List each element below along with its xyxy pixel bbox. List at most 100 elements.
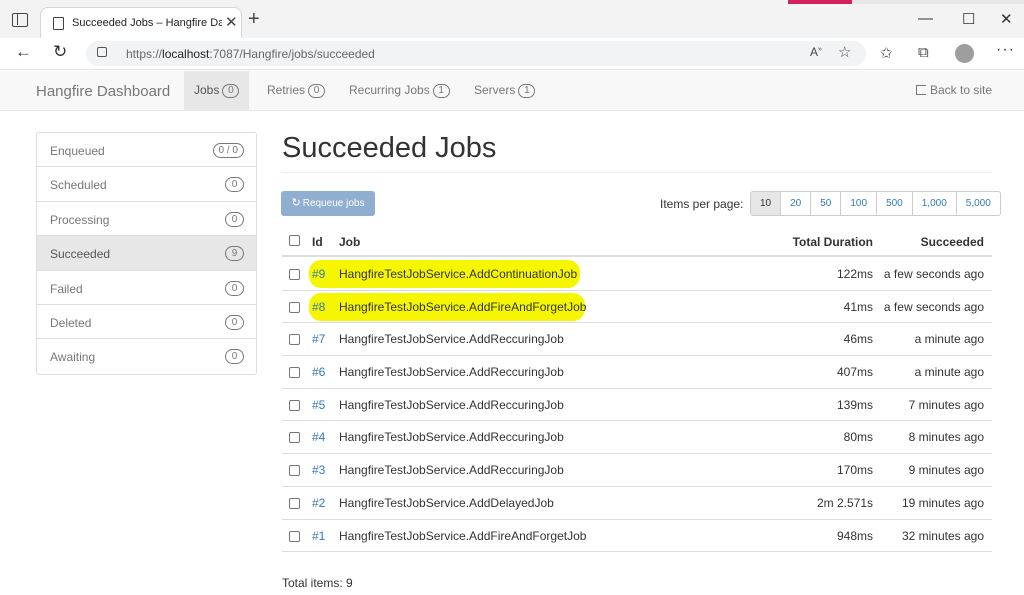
table-row: #5 HangfireTestJobService.AddReccuringJo… (282, 389, 992, 422)
back-to-site-link[interactable]: Back to site (916, 83, 992, 97)
page-size-500[interactable]: 500 (876, 192, 912, 215)
items-per-page-label: Items per page: (660, 197, 744, 211)
header-job: Job (339, 235, 361, 249)
job-id-link[interactable]: #2 (312, 496, 325, 510)
requeue-jobs-button[interactable]: ↻ Requeue jobs (281, 191, 375, 216)
row-checkbox[interactable] (289, 301, 300, 313)
table-row: #1 HangfireTestJobService.AddFireAndForg… (282, 520, 992, 553)
profile-avatar-icon[interactable] (955, 44, 974, 63)
table-header: Id Job Total Duration Succeeded (282, 226, 992, 257)
page-size-100[interactable]: 100 (840, 192, 876, 215)
job-succeeded-time: a minute ago (914, 365, 984, 380)
count-badge: 0 (225, 314, 244, 330)
job-id-link[interactable]: #7 (312, 332, 325, 346)
count-badge: 9 (225, 246, 244, 262)
minimize-icon[interactable]: — (918, 10, 933, 27)
row-checkbox[interactable] (289, 530, 300, 542)
job-id-link[interactable]: #4 (312, 430, 325, 444)
favorites-icon[interactable]: ✩ (880, 44, 893, 62)
job-name-link[interactable]: HangfireTestJobService.AddFireAndForgetJ… (339, 529, 586, 543)
row-checkbox[interactable] (289, 367, 300, 379)
row-checkbox[interactable] (289, 399, 300, 411)
job-succeeded-time: 19 minutes ago (901, 495, 984, 510)
page-size-1000[interactable]: 1,000 (911, 192, 956, 215)
job-id-link[interactable]: #9 (312, 267, 325, 281)
page-size-50[interactable]: 50 (810, 192, 840, 215)
hangfire-navbar: Hangfire Dashboard Jobs 0 Retries 0 Recurr… (0, 71, 1024, 111)
job-id-link[interactable]: #3 (312, 463, 325, 477)
job-name-link[interactable]: HangfireTestJobService.AddReccuringJob (339, 430, 564, 444)
job-duration: 948ms (836, 528, 873, 543)
sidebar-item-scheduled[interactable]: Scheduled 0 (37, 167, 256, 202)
more-menu-icon[interactable]: ··· (996, 41, 1015, 59)
sidebar-item-processing[interactable]: Processing 0 (37, 202, 256, 237)
sidebar-item-enqueued[interactable]: Enqueued 0 / 0 (37, 133, 256, 168)
page-icon (53, 17, 64, 30)
job-duration: 170ms (836, 463, 873, 478)
page-size-5000[interactable]: 5,000 (955, 192, 1000, 215)
nav-servers[interactable]: Servers 1 (464, 71, 545, 111)
select-all-checkbox[interactable] (289, 235, 300, 246)
job-duration: 2m 2.571s (816, 495, 873, 510)
items-per-page-selector: 10 20 50 100 500 1,000 5,000 (750, 191, 1001, 216)
table-row: #4 HangfireTestJobService.AddReccuringJo… (282, 421, 992, 455)
refresh-icon[interactable]: ↻ (53, 42, 67, 62)
count-badge: 0 (225, 177, 244, 193)
sidebar-item-failed[interactable]: Failed 0 (37, 271, 256, 305)
job-id-link[interactable]: #8 (312, 300, 325, 314)
nav-retries[interactable]: Retries 0 (257, 71, 335, 111)
job-succeeded-time: 9 minutes ago (908, 463, 984, 478)
nav-jobs[interactable]: Jobs 0 (184, 71, 250, 111)
row-checkbox[interactable] (289, 465, 300, 477)
sign-out-icon (916, 85, 926, 95)
row-checkbox[interactable] (289, 432, 300, 444)
nav-recurring-jobs[interactable]: Recurring Jobs 1 (339, 71, 460, 111)
job-name-link[interactable]: HangfireTestJobService.AddContinuationJo… (339, 267, 577, 281)
sidebar-item-deleted[interactable]: Deleted 0 (37, 305, 256, 340)
job-id-link[interactable]: #5 (312, 398, 325, 412)
job-succeeded-time: 7 minutes ago (908, 397, 984, 412)
job-duration: 46ms (843, 332, 873, 347)
row-checkbox[interactable] (289, 334, 300, 346)
table-row: #7 HangfireTestJobService.AddReccuringJo… (282, 323, 992, 357)
count-badge: 0 / 0 (212, 143, 244, 158)
close-window-icon[interactable]: ✕ (1000, 10, 1013, 28)
read-aloud-icon[interactable]: A» (810, 45, 822, 59)
nav-servers-count: 1 (518, 84, 536, 98)
page-size-20[interactable]: 20 (780, 192, 810, 215)
row-checkbox[interactable] (289, 497, 300, 509)
address-bar-row: ← ↻ https://localhost:7087/Hangfire/jobs… (0, 38, 1024, 70)
sidebar-item-succeeded[interactable]: Succeeded 9 (37, 236, 256, 271)
job-id-link[interactable]: #1 (312, 529, 325, 543)
tab-actions-icon[interactable] (12, 13, 28, 27)
window-top-strip (0, 0, 1024, 4)
job-name-link[interactable]: HangfireTestJobService.AddReccuringJob (339, 398, 564, 412)
brand-link[interactable]: Hangfire Dashboard (36, 83, 170, 100)
count-badge: 0 (225, 349, 244, 365)
nav-retries-count: 0 (308, 84, 326, 98)
new-tab-icon[interactable]: + (248, 8, 260, 31)
collections-icon[interactable]: ⧉ (918, 44, 929, 61)
url-field[interactable]: https://localhost:7087/Hangfire/jobs/suc… (86, 41, 866, 66)
job-name-link[interactable]: HangfireTestJobService.AddReccuringJob (339, 332, 564, 346)
maximize-icon[interactable]: ☐ (962, 10, 975, 28)
sidebar-item-awaiting[interactable]: Awaiting 0 (37, 339, 256, 373)
lock-icon[interactable] (97, 47, 107, 57)
job-name-link[interactable]: HangfireTestJobService.AddFireAndForgetJ… (339, 300, 586, 314)
table-row: #8 HangfireTestJobService.AddFireAndForg… (282, 291, 992, 324)
header-total-duration: Total Duration (792, 235, 873, 249)
job-name-link[interactable]: HangfireTestJobService.AddDelayedJob (339, 496, 554, 510)
back-arrow-icon[interactable]: ← (15, 42, 32, 62)
browser-tab[interactable]: Succeeded Jobs – Hangfire Dash ✕ (40, 7, 242, 38)
add-favorite-icon[interactable]: ☆ (838, 43, 851, 61)
job-name-link[interactable]: HangfireTestJobService.AddReccuringJob (339, 463, 564, 477)
job-name-link[interactable]: HangfireTestJobService.AddReccuringJob (339, 365, 564, 379)
page-size-10[interactable]: 10 (751, 192, 781, 215)
job-succeeded-time: a minute ago (914, 332, 984, 347)
row-checkbox[interactable] (289, 269, 300, 280)
repeat-icon: ↻ (291, 197, 301, 209)
job-id-link[interactable]: #6 (312, 365, 325, 379)
job-succeeded-time: a few seconds ago (883, 267, 984, 281)
close-tab-icon[interactable]: ✕ (225, 13, 238, 31)
nav-recurring-count: 1 (432, 84, 450, 98)
